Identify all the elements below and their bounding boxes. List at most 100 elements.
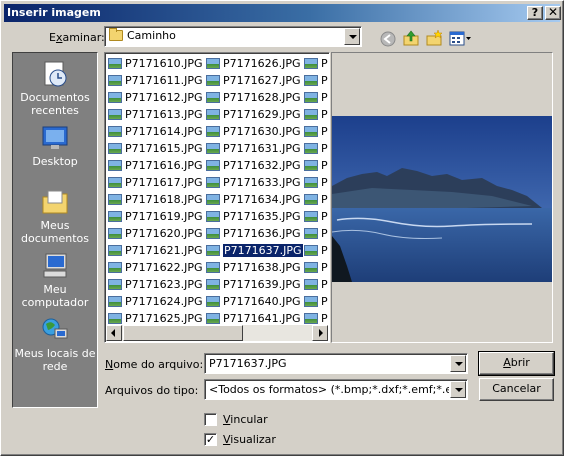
my-computer-icon <box>40 251 70 281</box>
lookin-dropdown-button[interactable] <box>344 28 360 45</box>
close-icon: ✕ <box>547 5 559 19</box>
file-item[interactable]: P7171634.JPG <box>205 191 303 208</box>
file-item[interactable]: P <box>303 276 329 293</box>
file-item[interactable]: P7171629.JPG <box>205 106 303 123</box>
image-file-icon <box>304 228 318 239</box>
file-item[interactable]: P <box>303 106 329 123</box>
file-item[interactable]: P7171616.JPG <box>107 157 205 174</box>
file-name: P <box>321 176 328 189</box>
file-name: P7171615.JPG <box>125 142 203 155</box>
file-item[interactable]: P <box>303 174 329 191</box>
file-item[interactable]: P7171620.JPG <box>107 225 205 242</box>
file-item[interactable]: P <box>303 89 329 106</box>
image-file-icon <box>206 228 220 239</box>
file-item[interactable]: P7171631.JPG <box>205 140 303 157</box>
filename-dropdown-button[interactable] <box>450 355 466 372</box>
views-menu-icon[interactable] <box>449 30 473 48</box>
file-list[interactable]: P7171610.JPG P7171611.JPG P7171612.JPG P717… <box>104 52 330 343</box>
image-file-icon <box>206 109 220 120</box>
file-name: P7171622.JPG <box>125 261 203 274</box>
title-bar[interactable]: Inserir imagem ? ✕ <box>4 4 561 22</box>
lookin-combo[interactable]: Caminho <box>104 26 362 47</box>
file-item[interactable]: P <box>303 259 329 276</box>
file-item[interactable]: P7171611.JPG <box>107 72 205 89</box>
file-item[interactable]: P7171626.JPG <box>205 55 303 72</box>
place-recent-documents[interactable]: Documentos recentes <box>13 59 97 117</box>
image-file-icon <box>108 126 122 137</box>
open-button[interactable]: Abrir <box>478 351 555 376</box>
file-item[interactable]: P7171640.JPG <box>205 293 303 310</box>
file-name: P7171614.JPG <box>125 125 203 138</box>
file-item[interactable]: P7171637.JPG <box>205 242 304 259</box>
image-file-icon <box>108 296 122 307</box>
file-item[interactable]: P <box>303 208 329 225</box>
file-name: P <box>321 193 328 206</box>
file-item[interactable]: P <box>303 55 329 72</box>
file-name: P <box>321 142 328 155</box>
file-name: P <box>321 57 328 70</box>
up-folder-icon[interactable] <box>402 29 420 47</box>
file-item[interactable]: P7171615.JPG <box>107 140 205 157</box>
file-item[interactable]: P7171613.JPG <box>107 106 205 123</box>
preview-checkbox[interactable]: ✓ <box>204 433 217 446</box>
place-my-computer[interactable]: Meu computador <box>13 251 97 309</box>
file-item[interactable]: P <box>303 293 329 310</box>
place-my-documents[interactable]: Meus documentos <box>13 187 97 245</box>
help-button[interactable]: ? <box>527 6 543 20</box>
file-item[interactable]: P7171623.JPG <box>107 276 205 293</box>
place-desktop[interactable]: Desktop <box>13 123 97 168</box>
file-item[interactable]: P7171622.JPG <box>107 259 205 276</box>
file-name: P <box>321 227 328 240</box>
file-item[interactable]: P <box>303 123 329 140</box>
preview-image <box>332 116 552 282</box>
file-item[interactable]: P <box>303 191 329 208</box>
file-item[interactable]: P7171621.JPG <box>107 242 205 259</box>
filetype-dropdown-button[interactable] <box>450 381 466 398</box>
image-file-icon <box>206 262 220 273</box>
close-button[interactable]: ✕ <box>545 6 561 20</box>
horizontal-scrollbar[interactable] <box>106 325 328 341</box>
file-item[interactable]: P <box>303 157 329 174</box>
file-item[interactable]: P7171624.JPG <box>107 293 205 310</box>
link-checkbox[interactable] <box>204 413 217 426</box>
scroll-left-button[interactable] <box>106 325 122 341</box>
place-network[interactable]: Meus locais de rede <box>13 315 97 373</box>
file-item[interactable]: P7171635.JPG <box>205 208 303 225</box>
file-item[interactable]: P7171618.JPG <box>107 191 205 208</box>
window-title: Inserir imagem <box>7 6 101 19</box>
back-icon[interactable] <box>379 30 397 48</box>
file-name: P7171638.JPG <box>223 261 301 274</box>
new-folder-icon[interactable] <box>425 29 443 47</box>
file-item[interactable]: P7171630.JPG <box>205 123 303 140</box>
file-item[interactable]: P7171612.JPG <box>107 89 205 106</box>
image-file-icon <box>304 279 318 290</box>
file-item[interactable]: P7171619.JPG <box>107 208 205 225</box>
scroll-right-button[interactable] <box>312 325 328 341</box>
file-item[interactable]: P7171638.JPG <box>205 259 303 276</box>
filetype-select[interactable]: <Todos os formatos> (*.bmp;*.dxf;*.emf;*… <box>204 379 468 400</box>
image-file-icon <box>108 109 122 120</box>
file-item[interactable]: P7171610.JPG <box>107 55 205 72</box>
file-item[interactable]: P <box>303 242 329 259</box>
filename-input[interactable]: P7171637.JPG <box>204 353 468 374</box>
file-item[interactable]: P7171633.JPG <box>205 174 303 191</box>
file-item[interactable]: P <box>303 140 329 157</box>
file-name: P7171637.JPG <box>222 243 304 258</box>
file-name: P7171627.JPG <box>223 74 301 87</box>
file-item[interactable]: P7171617.JPG <box>107 174 205 191</box>
file-item[interactable]: P7171628.JPG <box>205 89 303 106</box>
cancel-button[interactable]: Cancelar <box>479 378 554 401</box>
file-item[interactable]: P7171636.JPG <box>205 225 303 242</box>
file-item[interactable]: P7171627.JPG <box>205 72 303 89</box>
file-item[interactable]: P7171639.JPG <box>205 276 303 293</box>
scrollbar-thumb[interactable] <box>123 325 243 341</box>
image-file-icon <box>108 92 122 103</box>
file-name: P <box>321 295 328 308</box>
file-item[interactable]: P <box>303 72 329 89</box>
file-item[interactable]: P7171632.JPG <box>205 157 303 174</box>
file-item[interactable]: P <box>303 225 329 242</box>
image-file-icon <box>304 92 318 103</box>
file-item[interactable]: P7171614.JPG <box>107 123 205 140</box>
preview-label: Visualizar <box>223 433 276 446</box>
image-file-icon <box>206 211 220 222</box>
